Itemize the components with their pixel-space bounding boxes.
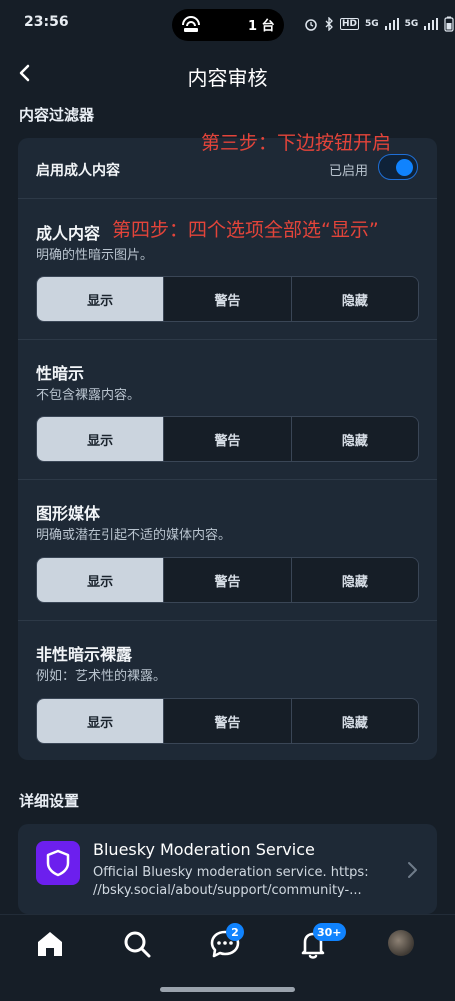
divider bbox=[18, 479, 437, 480]
option-hide[interactable]: 隐藏 bbox=[290, 699, 418, 743]
messages-badge: 2 bbox=[226, 923, 244, 941]
option-warn[interactable]: 警告 bbox=[163, 699, 291, 743]
5g-signal-icon: 5G bbox=[365, 19, 379, 29]
status-bar: 23:56 1 台 HD 5G 5G bbox=[0, 0, 455, 50]
profile-avatar[interactable] bbox=[388, 930, 414, 956]
category-segmented-control: 显示 警告 隐藏 bbox=[36, 416, 419, 462]
option-hide[interactable]: 隐藏 bbox=[290, 277, 418, 321]
category-segmented-control: 显示 警告 隐藏 bbox=[36, 698, 419, 744]
divider bbox=[18, 339, 437, 340]
category-title: 成人内容 bbox=[36, 224, 101, 243]
5g-signal-icon: 5G bbox=[404, 19, 419, 29]
page-title: 内容审核 bbox=[187, 66, 268, 90]
divider bbox=[18, 620, 437, 621]
home-indicator bbox=[160, 987, 295, 992]
category-segmented-control: 显示 警告 隐藏 bbox=[36, 276, 419, 322]
category-title: 图形媒体 bbox=[36, 504, 101, 523]
option-hide[interactable]: 隐藏 bbox=[290, 417, 418, 461]
category-title: 非性暗示裸露 bbox=[36, 645, 133, 664]
toggle-knob bbox=[396, 159, 413, 176]
category-desc: 明确的性暗示图片。 bbox=[36, 248, 154, 263]
section-title-filters: 内容过滤器 bbox=[19, 106, 95, 124]
signal-bars-icon bbox=[424, 18, 439, 30]
service-name: Bluesky Moderation Service bbox=[93, 840, 315, 859]
hotspot-icon bbox=[182, 16, 200, 32]
system-icons: HD 5G 5G bbox=[304, 14, 454, 34]
service-logo bbox=[36, 841, 80, 885]
section-title-advanced: 详细设置 bbox=[19, 792, 80, 810]
category-desc: 例如：艺术性的裸露。 bbox=[36, 669, 167, 684]
service-desc-line: //bsky.social/about/support/community-..… bbox=[93, 883, 362, 898]
option-show[interactable]: 显示 bbox=[37, 558, 164, 602]
signal-bars-icon bbox=[384, 18, 399, 30]
status-time: 23:56 bbox=[24, 14, 69, 30]
island-label: 1 台 bbox=[248, 19, 275, 34]
service-desc-line: Official Bluesky moderation service. htt… bbox=[93, 865, 369, 880]
service-description: Official Bluesky moderation service. htt… bbox=[93, 864, 393, 900]
option-warn[interactable]: 警告 bbox=[163, 558, 291, 602]
bluetooth-icon bbox=[325, 17, 333, 31]
home-icon[interactable] bbox=[33, 927, 67, 961]
hd-icon: HD bbox=[340, 18, 360, 30]
adult-content-state: 已启用 bbox=[329, 164, 369, 179]
battery-icon bbox=[444, 16, 454, 32]
option-show[interactable]: 显示 bbox=[37, 277, 164, 321]
adult-content-toggle[interactable] bbox=[378, 154, 418, 180]
annotation-step3: 第三步：下边按钮开启 bbox=[201, 132, 392, 154]
category-title: 性暗示 bbox=[36, 364, 85, 383]
category-desc: 不包含裸露内容。 bbox=[36, 388, 141, 403]
option-warn[interactable]: 警告 bbox=[163, 417, 291, 461]
option-warn[interactable]: 警告 bbox=[163, 277, 291, 321]
adult-content-toggle-label: 启用成人内容 bbox=[36, 163, 120, 179]
annotation-step4: 第四步：四个选项全部选“显示” bbox=[112, 219, 379, 241]
shield-icon bbox=[46, 849, 70, 877]
chevron-right-icon bbox=[408, 862, 417, 878]
option-hide[interactable]: 隐藏 bbox=[290, 558, 418, 602]
option-show[interactable]: 显示 bbox=[37, 699, 164, 743]
notifications-badge: 30+ bbox=[313, 923, 346, 941]
alarm-icon bbox=[305, 19, 317, 31]
divider bbox=[18, 198, 437, 199]
option-show[interactable]: 显示 bbox=[37, 417, 164, 461]
category-segmented-control: 显示 警告 隐藏 bbox=[36, 557, 419, 603]
category-desc: 明确或潜在引起不适的媒体内容。 bbox=[36, 528, 232, 543]
search-icon[interactable] bbox=[120, 927, 154, 961]
